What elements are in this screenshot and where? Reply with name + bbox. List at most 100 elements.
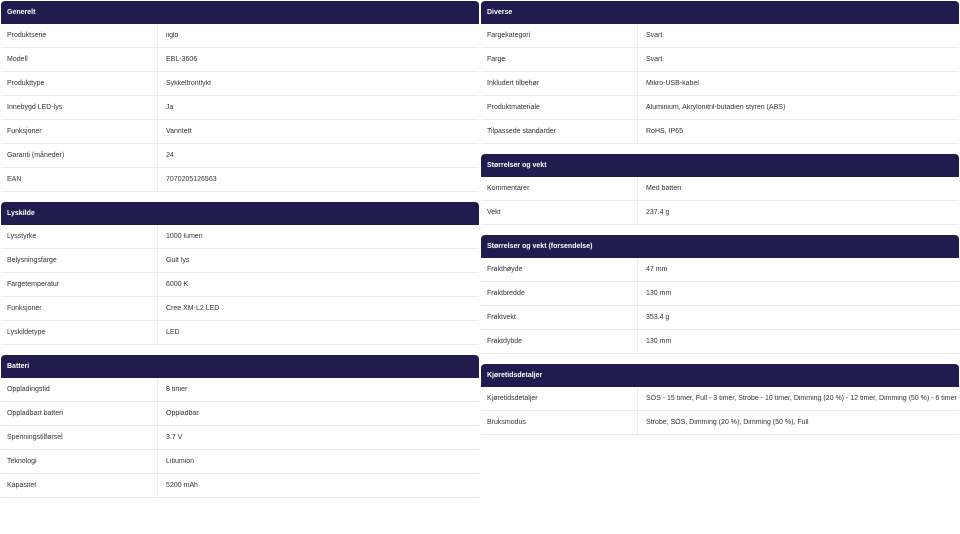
spec-value: Oppladbar (166, 410, 199, 417)
spec-value: LED (166, 329, 180, 336)
spec-row: Fraktdybde 130 mm (481, 330, 959, 354)
section-batteri: Batteri Oppladingstid 8 timer Oppladbart … (1, 355, 479, 498)
section-header: Diverse (481, 1, 959, 24)
spec-label: Farge (481, 48, 638, 71)
spec-row: Fargetemperatur 6000 K (1, 273, 479, 297)
section-header: Batteri (1, 355, 479, 378)
spec-row: Garanti (måneder) 24 (1, 144, 479, 168)
spec-value: Sykkelfrontlykt (166, 80, 212, 87)
spec-label: Fraktdybde (481, 330, 638, 353)
spec-row: Kommentarer Med batteri (481, 177, 959, 201)
section-generelt: Generelt Produktserie iiglo Modell EBL-360… (1, 1, 479, 192)
spec-label: Oppladingstid (1, 378, 158, 401)
spec-label: Funksjoner (1, 120, 158, 143)
spec-row: Lysstyrke 1000 lumen (1, 225, 479, 249)
section-lyskilde: Lyskilde Lysstyrke 1000 lumen Belysningsf… (1, 202, 479, 345)
spec-row: Vekt 237.4 g (481, 201, 959, 225)
spec-value: 3.7 V (166, 434, 183, 441)
spec-label: Frakthøyde (481, 258, 638, 281)
section-header: Størrelser og vekt (forsendelse) (481, 235, 959, 258)
section-forsendelse: Størrelser og vekt (forsendelse) Frakthø… (481, 235, 959, 354)
spec-row: Oppladbart batteri Oppladbar (1, 402, 479, 426)
spec-value: 130 mm (646, 290, 672, 297)
spec-row: Fraktbredde 130 mm (481, 282, 959, 306)
spec-value: Svart (646, 56, 663, 63)
spec-label: Innebygd LED-lys (1, 96, 158, 119)
spec-value: Vanntett (166, 128, 192, 135)
spec-row: Modell EBL-3606 (1, 48, 479, 72)
section-header: Generelt (1, 1, 479, 24)
spec-label: Fargetemperatur (1, 273, 158, 296)
spec-row: Fraktvekt 353.4 g (481, 306, 959, 330)
spec-label: Kjøretidsdetaljer (481, 387, 638, 410)
spec-label: Produktmateriale (481, 96, 638, 119)
spec-label: Produktserie (1, 24, 158, 47)
spec-label: Modell (1, 48, 158, 71)
spec-value: Cree XM-L2 LED (166, 305, 220, 312)
spec-row: Farge Svart (481, 48, 959, 72)
spec-value: iiglo (166, 32, 179, 39)
spec-value: Med batteri (646, 185, 682, 192)
spec-label: Kommentarer (481, 177, 638, 200)
spec-row: Kjøretidsdetaljer SOS - 15 timer, Full - … (481, 387, 959, 411)
spec-row: EAN 7070205126563 (1, 168, 479, 192)
spec-label: Vekt (481, 201, 638, 224)
spec-row: Kapasitet 5200 mAh (1, 474, 479, 498)
spec-row: Fargekategori Svart (481, 24, 959, 48)
section-storrelser-og-vekt: Størrelser og vekt Kommentarer Med batter… (481, 154, 959, 225)
spec-row: Produkttype Sykkelfrontlykt (1, 72, 479, 96)
spec-label: Lysstyrke (1, 225, 158, 248)
spec-row: Oppladingstid 8 timer (1, 378, 479, 402)
spec-value: 353.4 g (646, 314, 670, 321)
spec-row: Spenningstilførsel 3.7 V (1, 426, 479, 450)
spec-label: Kapasitet (1, 474, 158, 497)
spec-value: 7070205126563 (166, 176, 217, 183)
spec-label: Belysningsfarge (1, 249, 158, 272)
spec-value: 1000 lumen (166, 233, 203, 240)
spec-value: 8 timer (166, 386, 188, 393)
spec-value: Gult lys (166, 257, 190, 264)
section-header: Lyskilde (1, 202, 479, 225)
spec-row: Produktserie iiglo (1, 24, 479, 48)
spec-label: Produkttype (1, 72, 158, 95)
spec-label: Fargekategori (481, 24, 638, 47)
spec-value: Strobe, SOS, Dimming (20 %), Dimming (50… (646, 419, 809, 426)
spec-value: 5200 mAh (166, 482, 198, 489)
spec-value: 237.4 g (646, 209, 670, 216)
spec-value: Ja (166, 104, 174, 111)
spec-value: Svart (646, 32, 663, 39)
spec-row: Produktmateriale Aluminium, Akrylonitril-… (481, 96, 959, 120)
section-header: Størrelser og vekt (481, 154, 959, 177)
spec-label: Inkludert tilbehør (481, 72, 638, 95)
section-kjoretidsdetaljer: Kjøretidsdetaljer Kjøretidsdetaljer SOS -… (481, 364, 959, 435)
spec-label: Fraktvekt (481, 306, 638, 329)
spec-label: Bruksmodus (481, 411, 638, 434)
spec-row: Innebygd LED-lys Ja (1, 96, 479, 120)
spec-label: Garanti (måneder) (1, 144, 158, 167)
spec-label: Teknologi (1, 450, 158, 473)
spec-value: Aluminium, Akrylonitril-butadien styren … (646, 104, 786, 111)
spec-value: Mikro-USB-kabel (646, 80, 699, 87)
spec-row: Funksjoner Vanntett (1, 120, 479, 144)
spec-row: Funksjoner Cree XM-L2 LED (1, 297, 479, 321)
spec-label: EAN (1, 168, 158, 191)
section-header: Kjøretidsdetaljer (481, 364, 959, 387)
spec-row: Teknologi Litiumion (1, 450, 479, 474)
spec-row: Belysningsfarge Gult lys (1, 249, 479, 273)
spec-label: Oppladbart batteri (1, 402, 158, 425)
spec-row: Frakthøyde 47 mm (481, 258, 959, 282)
spec-row: Lyskildetype LED (1, 321, 479, 345)
spec-value: 47 mm (646, 266, 668, 273)
spec-value: SOS - 15 timer, Full - 3 timer, Strobe -… (646, 395, 957, 402)
spec-row: Inkludert tilbehør Mikro-USB-kabel (481, 72, 959, 96)
spec-label: Spenningstilførsel (1, 426, 158, 449)
spec-label: Funksjoner (1, 297, 158, 320)
spec-value: RoHS, IP65 (646, 128, 683, 135)
spec-value: 130 mm (646, 338, 672, 345)
spec-value: Litiumion (166, 458, 195, 465)
spec-value: 24 (166, 152, 174, 159)
spec-value: 6000 K (166, 281, 189, 288)
spec-label: Tilpassede standarder (481, 120, 638, 143)
spec-label: Lyskildetype (1, 321, 158, 344)
spec-value: EBL-3606 (166, 56, 198, 63)
